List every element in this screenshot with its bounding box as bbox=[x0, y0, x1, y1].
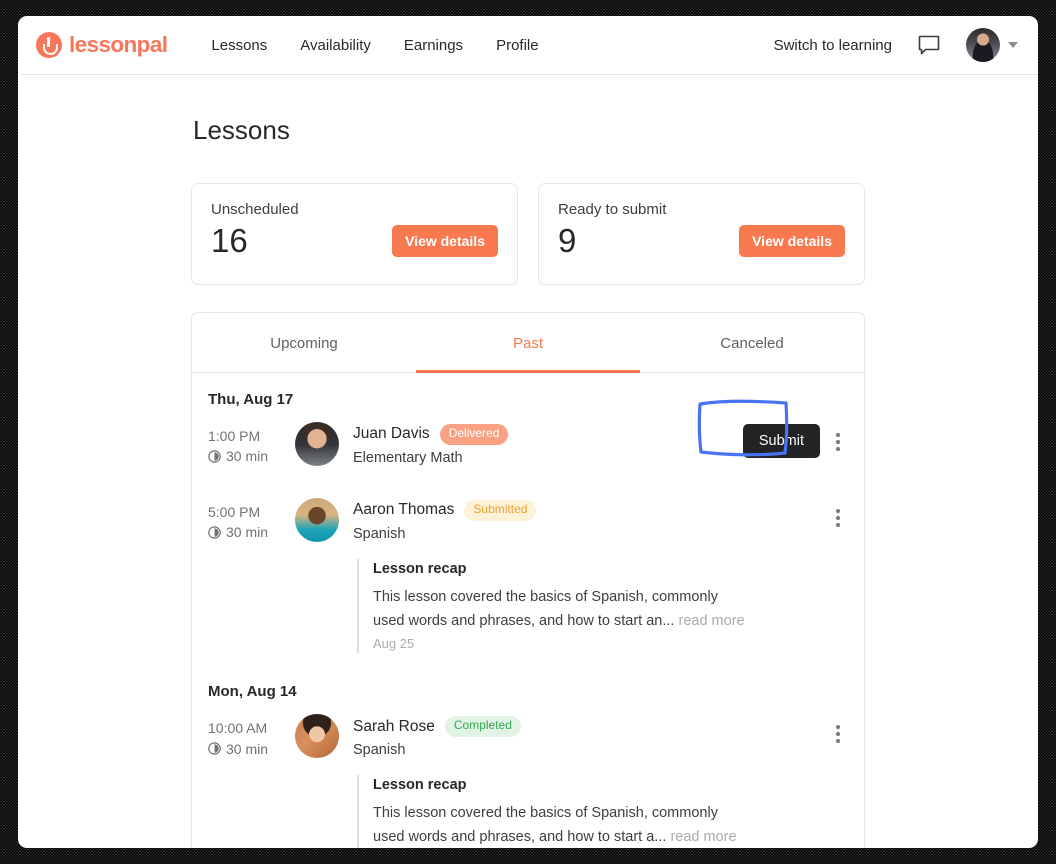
view-details-button-unscheduled[interactable]: View details bbox=[392, 225, 498, 257]
main-content: Lessons Unscheduled 16 View details Read… bbox=[18, 75, 1038, 848]
app-window: lessonpal Lessons Availability Earnings … bbox=[18, 16, 1038, 848]
status-badge: Delivered bbox=[439, 424, 509, 445]
brand-name: lessonpal bbox=[69, 32, 168, 57]
recap-text: This lesson covered the basics of Spanis… bbox=[373, 589, 718, 629]
tab-canceled[interactable]: Canceled bbox=[640, 313, 864, 372]
card-label: Unscheduled bbox=[211, 201, 299, 218]
student-avatar bbox=[295, 498, 339, 542]
card-label: Ready to submit bbox=[558, 201, 667, 218]
lesson-subject: Spanish bbox=[353, 742, 406, 759]
student-avatar bbox=[295, 422, 339, 466]
submit-button[interactable]: Submit bbox=[742, 424, 820, 458]
recap-date: Aug 25 bbox=[373, 636, 415, 652]
summary-cards: Unscheduled 16 View details Ready to sub… bbox=[191, 183, 865, 285]
student-name: Aaron Thomas bbox=[353, 501, 455, 519]
student-name: Juan Davis bbox=[353, 425, 430, 443]
lesson-time-column: 1:00 PM 30 min bbox=[208, 422, 295, 467]
read-more-link[interactable]: read more bbox=[679, 613, 745, 629]
lesson-time: 5:00 PM bbox=[208, 504, 261, 520]
clock-icon bbox=[208, 526, 221, 539]
duration-text: 30 min bbox=[226, 448, 269, 465]
tab-upcoming[interactable]: Upcoming bbox=[192, 313, 416, 372]
student-avatar bbox=[295, 714, 339, 759]
tab-past[interactable]: Past bbox=[416, 313, 640, 373]
lesson-tabs: Upcoming Past Canceled bbox=[192, 313, 864, 373]
card-ready-to-submit: Ready to submit 9 View details bbox=[538, 183, 865, 285]
avatar bbox=[966, 28, 1000, 62]
header-actions: Switch to learning bbox=[774, 28, 1018, 62]
lesson-actions: Submit bbox=[697, 399, 848, 458]
recap-text: This lesson covered the basics of Spanis… bbox=[373, 805, 718, 845]
card-value: 16 bbox=[211, 222, 248, 259]
chat-bubble-icon[interactable] bbox=[918, 35, 940, 55]
clock-icon bbox=[208, 450, 221, 463]
card-unscheduled: Unscheduled 16 View details bbox=[191, 183, 518, 285]
duration-text: 30 min bbox=[226, 524, 269, 541]
lesson-info: Juan Davis Delivered Elementary Math bbox=[353, 422, 743, 466]
recap-title: Lesson recap bbox=[373, 777, 467, 794]
lesson-row[interactable]: 5:00 PM 30 min Aaron Thomas Submitted Sp… bbox=[208, 492, 848, 546]
duration-text: 30 min bbox=[226, 740, 269, 757]
group-date-header: Mon, Aug 14 bbox=[208, 683, 297, 701]
nav-item-profile[interactable]: Profile bbox=[496, 37, 539, 54]
lesson-actions bbox=[828, 714, 848, 743]
clock-icon bbox=[208, 742, 221, 755]
user-menu[interactable] bbox=[966, 28, 1018, 62]
lessons-panel: Upcoming Past Canceled Thu, Aug 17 1:00 … bbox=[191, 312, 865, 848]
lesson-time: 1:00 PM bbox=[208, 428, 261, 444]
status-badge: Completed bbox=[444, 716, 521, 738]
lesson-subject: Spanish bbox=[353, 525, 406, 542]
lesson-info: Sarah Rose Completed Spanish bbox=[353, 714, 828, 758]
top-navigation-bar: lessonpal Lessons Availability Earnings … bbox=[18, 16, 1038, 75]
lesson-actions bbox=[828, 498, 848, 527]
lesson-list: Thu, Aug 17 1:00 PM 30 min Juan Davis De… bbox=[192, 373, 864, 848]
lesson-options-menu[interactable] bbox=[828, 424, 848, 451]
group-date-header: Thu, Aug 17 bbox=[208, 391, 294, 408]
lesson-duration: 30 min bbox=[208, 446, 295, 466]
lessonpal-logo-icon bbox=[36, 32, 62, 58]
lesson-time-column: 5:00 PM 30 min bbox=[208, 498, 295, 543]
read-more-link[interactable]: read more bbox=[670, 829, 736, 845]
nav-item-earnings[interactable]: Earnings bbox=[404, 37, 463, 54]
lesson-options-menu[interactable] bbox=[828, 716, 848, 743]
lesson-row[interactable]: 1:00 PM 30 min Juan Davis Delivered Elem… bbox=[208, 399, 848, 470]
nav-item-availability[interactable]: Availability bbox=[300, 37, 371, 54]
main-nav: Lessons Availability Earnings Profile bbox=[211, 37, 538, 54]
lesson-recap: Lesson recap This lesson covered the bas… bbox=[357, 775, 848, 848]
brand-logo[interactable]: lessonpal bbox=[36, 32, 168, 58]
lesson-options-menu[interactable] bbox=[828, 500, 848, 527]
recap-title: Lesson recap bbox=[373, 561, 467, 577]
lesson-group: Thu, Aug 17 1:00 PM 30 min Juan Davis De… bbox=[208, 391, 848, 654]
lesson-recap: Lesson recap This lesson covered the bas… bbox=[357, 559, 848, 654]
recap-text-wrap: This lesson covered the basics of Spanis… bbox=[373, 586, 751, 633]
lesson-duration: 30 min bbox=[208, 739, 295, 759]
lesson-time-column: 10:00 AM 30 min bbox=[208, 714, 295, 759]
lesson-row[interactable]: 10:00 AM 30 min Sarah Rose Completed Spa… bbox=[208, 708, 848, 762]
nav-item-lessons[interactable]: Lessons bbox=[211, 37, 267, 54]
lesson-time: 10:00 AM bbox=[208, 720, 268, 737]
lesson-duration: 30 min bbox=[208, 522, 295, 542]
recap-text-wrap: This lesson covered the basics of Spanis… bbox=[373, 802, 751, 848]
student-name: Sarah Rose bbox=[353, 717, 435, 735]
lesson-group: Mon, Aug 14 10:00 AM 30 min Sarah Rose C… bbox=[208, 683, 848, 848]
lesson-info: Aaron Thomas Submitted Spanish bbox=[353, 498, 828, 542]
status-badge: Submitted bbox=[464, 500, 537, 521]
card-value: 9 bbox=[558, 222, 577, 259]
switch-to-learning-link[interactable]: Switch to learning bbox=[774, 37, 892, 54]
lesson-subject: Elementary Math bbox=[353, 449, 463, 466]
page-title: Lessons bbox=[193, 115, 290, 145]
chevron-down-icon bbox=[1008, 42, 1018, 48]
view-details-button-ready[interactable]: View details bbox=[739, 225, 845, 257]
